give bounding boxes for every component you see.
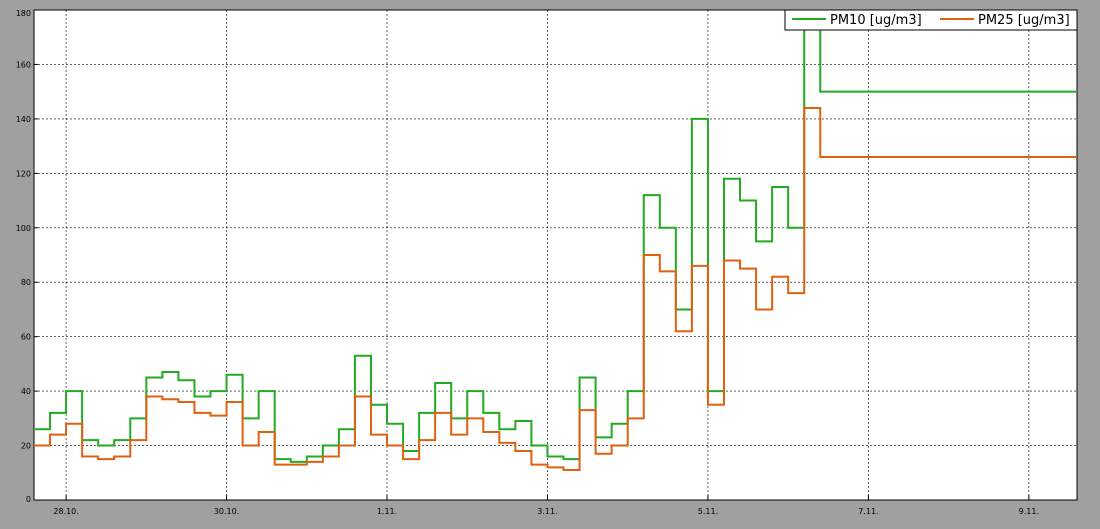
y-tick-label: 80 xyxy=(21,278,31,287)
x-tick-label: 1.11. xyxy=(377,507,397,516)
legend-label-pm25: PM25 [ug/m3] xyxy=(978,13,1070,28)
x-tick-label: 5.11. xyxy=(698,507,718,516)
x-tick-label: 7.11. xyxy=(858,507,878,516)
y-tick-label: 140 xyxy=(16,115,31,124)
y-tick-label: 60 xyxy=(21,333,31,342)
y-tick-label: 160 xyxy=(16,60,31,69)
y-tick-label: 100 xyxy=(16,224,31,233)
x-tick-label: 3.11. xyxy=(537,507,557,516)
legend-label-pm10: PM10 [ug/m3] xyxy=(830,13,922,28)
plot-area xyxy=(33,9,1078,501)
legend: PM10 [ug/m3] PM25 [ug/m3] xyxy=(784,9,1078,31)
pm-line-chart: 0 20 40 60 80 100 120 140 160 180 28.10. 30.10. 1.1… xyxy=(16,9,1078,516)
x-tick-label: 30.10. xyxy=(214,507,239,516)
y-tick-label: 120 xyxy=(16,169,31,178)
y-tick-label: 20 xyxy=(21,442,31,451)
y-tick-label: 40 xyxy=(21,387,31,396)
x-tick-label: 9.11. xyxy=(1019,507,1039,516)
y-tick-label: 0 xyxy=(26,495,31,504)
y-tick-label: 180 xyxy=(16,9,31,18)
x-tick-label: 28.10. xyxy=(53,507,78,516)
